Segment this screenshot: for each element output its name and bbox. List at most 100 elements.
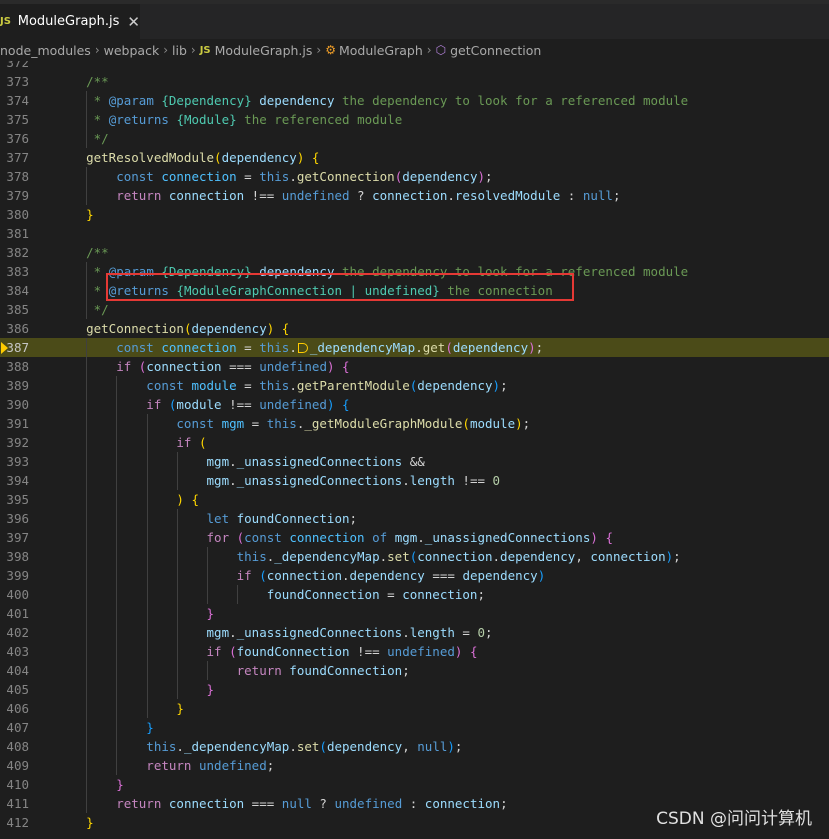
code-token: _getModuleGraphModule <box>304 416 463 431</box>
code-line[interactable]: 407 } <box>0 718 829 737</box>
line-number: 403 <box>6 644 29 659</box>
line-number: 406 <box>6 701 29 716</box>
code-token: : <box>402 796 425 811</box>
code-line[interactable]: 381 <box>0 224 829 243</box>
code-line[interactable]: 410 } <box>0 775 829 794</box>
breadcrumb-node-modules[interactable]: node_modules <box>0 43 91 58</box>
code-token: module <box>176 397 222 412</box>
code-line[interactable]: 395 ) { <box>0 490 829 509</box>
code-token: length <box>409 473 455 488</box>
code-token: } <box>56 815 94 830</box>
code-token: getConnection <box>296 169 395 184</box>
code-line[interactable]: 406 } <box>0 699 829 718</box>
breadcrumb-webpack[interactable]: webpack <box>104 43 160 58</box>
line-number: 386 <box>6 321 29 336</box>
code-text: if (module !== undefined) { <box>56 395 350 414</box>
code-token: getParentModule <box>296 378 410 393</box>
line-number: 407 <box>6 720 29 735</box>
code-token: { <box>342 397 350 412</box>
code-line[interactable]: 372 <box>0 61 829 72</box>
code-line[interactable]: 373 /** <box>0 72 829 91</box>
code-line[interactable]: 400 foundConnection = connection; <box>0 585 829 604</box>
code-line[interactable]: 386 getConnection(dependency) { <box>0 319 829 338</box>
code-token: connection <box>424 796 501 811</box>
code-line[interactable]: 394 mgm._unassignedConnections.length !=… <box>0 471 829 490</box>
tab-modulegraph-js[interactable]: JS ModuleGraph.js ✕ <box>0 4 140 39</box>
code-token: dependency <box>402 169 478 184</box>
code-line[interactable]: 402 mgm._unassignedConnections.length = … <box>0 623 829 642</box>
code-line[interactable]: 387 const connection = this. _dependencyM… <box>0 338 829 357</box>
code-line[interactable]: 382 /** <box>0 243 829 262</box>
breadcrumb-method[interactable]: getConnection <box>450 43 541 58</box>
code-token: . <box>289 739 297 754</box>
code-line[interactable]: 385 */ <box>0 300 829 319</box>
code-token: dependency <box>191 321 267 336</box>
code-token: connection <box>161 169 237 184</box>
code-token: * <box>56 93 109 108</box>
code-token: } <box>56 682 215 697</box>
code-line[interactable]: 401 } <box>0 604 829 623</box>
code-token: for <box>56 530 237 545</box>
code-line[interactable]: 409 return undefined; <box>0 756 829 775</box>
code-line[interactable]: 393 mgm._unassignedConnections && <box>0 452 829 471</box>
code-token: } <box>56 777 124 792</box>
code-line[interactable]: 404 return foundConnection; <box>0 661 829 680</box>
chevron-right-icon: › <box>426 43 432 57</box>
code-token: _dependencyMap <box>183 739 290 754</box>
code-line[interactable]: 375 * @returns {Module} the referenced m… <box>0 110 829 129</box>
breadcrumb-file[interactable]: ModuleGraph.js <box>215 43 313 58</box>
code-token: } <box>56 720 154 735</box>
watermark: CSDN @问问计算机 <box>656 809 812 829</box>
code-token: { <box>191 492 199 507</box>
code-token: return <box>56 188 169 203</box>
code-line[interactable]: 396 let foundConnection; <box>0 509 829 528</box>
inline-breakpoint-icon[interactable] <box>297 343 308 353</box>
code-line[interactable]: 398 this._dependencyMap.set(connection.d… <box>0 547 829 566</box>
code-line[interactable]: 405 } <box>0 680 829 699</box>
code-line[interactable]: 377 getResolvedModule(dependency) { <box>0 148 829 167</box>
code-text: */ <box>56 300 109 319</box>
code-token: ; <box>500 378 508 393</box>
code-line[interactable]: 376 */ <box>0 129 829 148</box>
code-text: const connection = this. _dependencyMap.g… <box>56 338 543 357</box>
code-line[interactable]: 390 if (module !== undefined) { <box>0 395 829 414</box>
line-number: 396 <box>6 511 29 526</box>
code-editor[interactable]: 372 373 /** 374 * @param {Dependency} depe… <box>0 61 829 839</box>
code-token: . <box>176 739 184 754</box>
code-token: . <box>289 378 297 393</box>
code-token: resolvedModule <box>454 188 561 203</box>
code-line[interactable]: 378 const connection = this.getConnectio… <box>0 167 829 186</box>
breadcrumb-lib[interactable]: lib <box>172 43 187 58</box>
code-token: this <box>259 378 290 393</box>
breadcrumb-class[interactable]: ModuleGraph <box>339 43 423 58</box>
line-number: 389 <box>6 378 29 393</box>
code-line[interactable]: 397 for (const connection of mgm._unassi… <box>0 528 829 547</box>
code-line[interactable]: 380 } <box>0 205 829 224</box>
code-text: * @returns {Module} the referenced modul… <box>56 110 403 129</box>
code-line[interactable]: 374 * @param {Dependency} dependency the… <box>0 91 829 110</box>
code-token: ; <box>535 340 544 355</box>
code-token: const <box>56 340 162 355</box>
code-line[interactable]: 388 if (connection === undefined) { <box>0 357 829 376</box>
code-line[interactable]: 392 if ( <box>0 433 829 452</box>
code-line[interactable]: 389 const module = this.getParentModule(… <box>0 376 829 395</box>
code-token: { <box>311 150 320 165</box>
code-line[interactable]: 399 if (connection.dependency === depend… <box>0 566 829 585</box>
code-line[interactable]: 403 if (foundConnection !== undefined) { <box>0 642 829 661</box>
code-token: ; <box>612 188 621 203</box>
code-token: dependency <box>349 568 425 583</box>
line-number: 409 <box>6 758 29 773</box>
code-token: foundConnection <box>236 511 350 526</box>
code-token: this <box>259 340 290 355</box>
code-line[interactable]: 408 this._dependencyMap.set(dependency, … <box>0 737 829 756</box>
code-token: . <box>289 340 297 355</box>
code-token: the dependency to look for a referenced … <box>334 93 689 108</box>
code-token: const <box>244 530 290 545</box>
code-line[interactable]: 379 return connection !== undefined ? co… <box>0 186 829 205</box>
code-token: === <box>424 568 463 583</box>
close-icon[interactable]: ✕ <box>127 13 140 31</box>
code-token: ; <box>500 796 508 811</box>
code-line[interactable]: 391 const mgm = this._getModuleGraphModu… <box>0 414 829 433</box>
code-token: dependency <box>462 568 538 583</box>
